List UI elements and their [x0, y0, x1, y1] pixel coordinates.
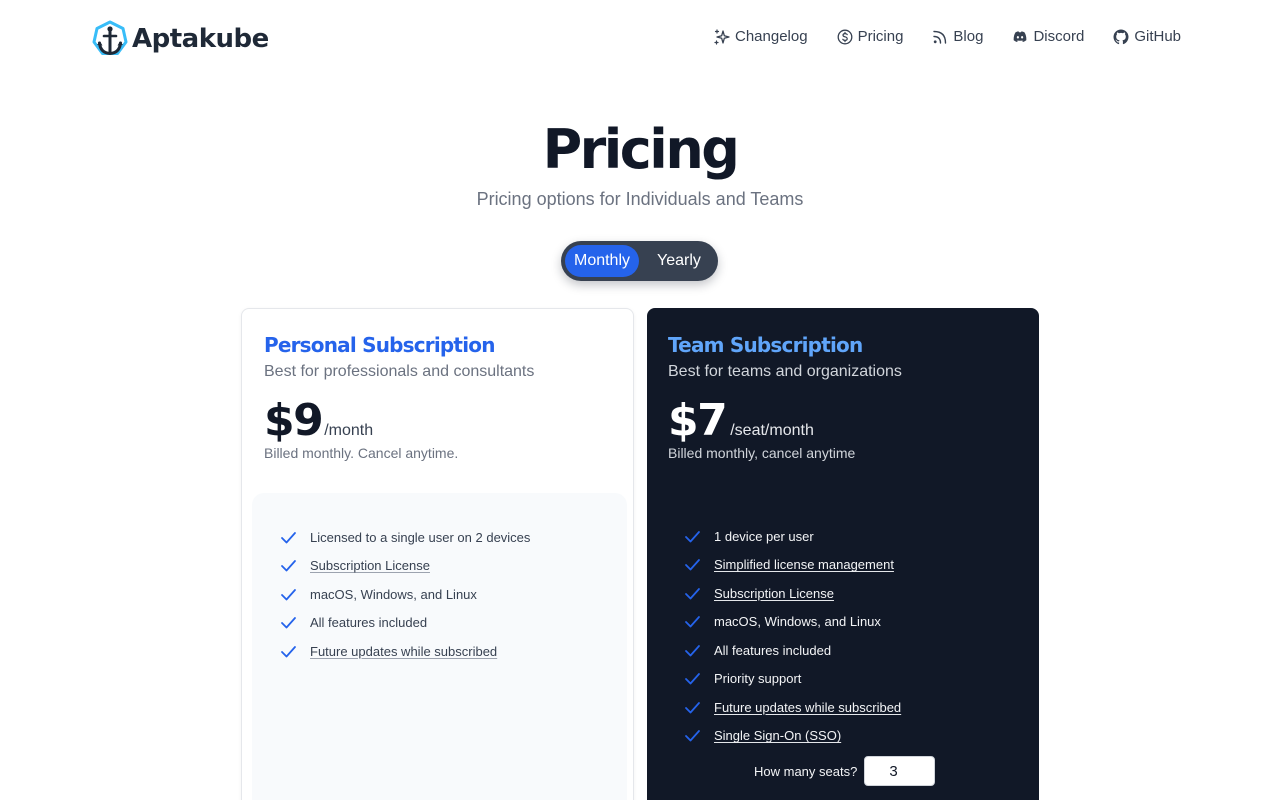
feature-link[interactable]: Single Sign-On (SSO)	[714, 728, 841, 743]
feature-link[interactable]: Subscription License	[714, 586, 834, 601]
plan-price: $7	[668, 395, 728, 446]
checkmark-icon	[281, 617, 296, 629]
brand-name: Aptakube	[132, 24, 269, 54]
checkmark-icon	[281, 645, 296, 658]
nav-item-pricing[interactable]: Pricing	[837, 28, 904, 45]
nav-label: Discord	[1033, 28, 1085, 45]
feature-text: Licensed to a single user on 2 devices	[310, 529, 531, 545]
feature-text: macOS, Windows, and Linux	[310, 586, 477, 602]
plan-billing-note: Billed monthly. Cancel anytime.	[264, 445, 459, 461]
plan-period: /seat/month	[730, 422, 814, 439]
page-subtitle: Pricing options for Individuals and Team…	[476, 189, 804, 209]
checkmark-icon	[685, 530, 700, 543]
feature-item: Future updates while subscribed	[280, 637, 530, 666]
brand-logo-link[interactable]: Aptakube	[92, 20, 269, 58]
rss-icon	[933, 30, 947, 44]
toggle-monthly-button[interactable]: Monthly	[565, 245, 639, 277]
team-plan-card: Team Subscription Best for teams and org…	[647, 308, 1039, 800]
checkmark-icon	[281, 588, 296, 601]
sparkles-icon	[714, 28, 730, 45]
checkmark-icon	[685, 730, 700, 742]
plan-description: Best for professionals and consultants	[264, 363, 535, 380]
checkmark-icon	[685, 644, 700, 657]
feature-item: Single Sign-On (SSO)	[684, 722, 901, 751]
nav-label: Blog	[953, 28, 984, 45]
feature-item: All features included	[280, 609, 530, 638]
feature-text: All features included	[714, 642, 832, 658]
checkmark-icon	[281, 531, 296, 544]
seat-count-input[interactable]	[864, 756, 936, 786]
nav-item-discord[interactable]: Discord	[1012, 28, 1084, 45]
nav-label: Pricing	[857, 28, 904, 45]
feature-text: Priority support	[714, 671, 802, 687]
checkmark-icon	[685, 673, 700, 685]
plan-title: Personal Subscription	[264, 333, 495, 357]
site-header: Aptakube Changelog Pricing Blog Discord …	[0, 0, 1280, 80]
nav-label: GitHub	[1134, 28, 1181, 45]
billing-period-toggle: Monthly Yearly	[561, 241, 718, 281]
plan-description: Best for teams and organizations	[668, 363, 902, 380]
feature-link[interactable]: Subscription License	[310, 558, 430, 573]
feature-item: Simplified license management	[684, 551, 901, 580]
nav-label: Changelog	[735, 28, 808, 45]
feature-text: All features included	[310, 615, 428, 631]
feature-item: All features included	[684, 636, 901, 665]
feature-item: macOS, Windows, and Linux	[280, 580, 530, 609]
seat-count-label: How many seats?	[754, 763, 858, 779]
feature-list: 1 device per user Simplified license man…	[684, 522, 901, 750]
feature-item: Future updates while subscribed	[684, 693, 901, 722]
checkmark-icon	[685, 616, 700, 628]
personal-plan-card: Personal Subscription Best for professio…	[241, 308, 634, 800]
feature-item: 1 device per user	[684, 522, 901, 551]
nav-item-github[interactable]: GitHub	[1113, 28, 1181, 45]
feature-item: Subscription License	[684, 579, 901, 608]
feature-text: 1 device per user	[714, 528, 814, 544]
anchor-logo-icon	[92, 20, 128, 56]
toggle-yearly-button[interactable]: Yearly	[645, 245, 713, 277]
feature-item: macOS, Windows, and Linux	[684, 608, 901, 637]
plan-billing-note: Billed monthly, cancel anytime	[668, 445, 856, 461]
feature-link[interactable]: Future updates while subscribed	[310, 644, 497, 659]
checkmark-icon	[685, 587, 700, 600]
plan-period: /month	[324, 422, 374, 439]
feature-link[interactable]: Future updates while subscribed	[714, 700, 901, 715]
nav-item-changelog[interactable]: Changelog	[714, 28, 808, 45]
feature-item: Licensed to a single user on 2 devices	[280, 523, 530, 552]
plan-price-row: $9 /month	[264, 395, 373, 446]
checkmark-icon	[685, 701, 700, 714]
checkmark-icon	[685, 559, 700, 571]
feature-item: Priority support	[684, 665, 901, 694]
github-icon	[1113, 29, 1129, 44]
page-title: Pricing	[542, 118, 740, 181]
plan-price-row: $7 /seat/month	[668, 395, 814, 446]
feature-text: macOS, Windows, and Linux	[714, 614, 881, 630]
plan-title: Team Subscription	[668, 333, 863, 357]
feature-link[interactable]: Simplified license management	[714, 557, 894, 572]
plan-price: $9	[264, 395, 324, 446]
feature-item: Subscription License	[280, 552, 530, 581]
seat-count-row: How many seats?	[754, 756, 936, 786]
dollar-circle-icon	[837, 29, 853, 44]
feature-list: Licensed to a single user on 2 devices S…	[280, 523, 530, 666]
main-nav: Changelog Pricing Blog Discord GitHub	[714, 28, 1181, 45]
discord-icon	[1014, 30, 1027, 42]
nav-item-blog[interactable]: Blog	[932, 28, 983, 45]
checkmark-icon	[281, 560, 296, 572]
